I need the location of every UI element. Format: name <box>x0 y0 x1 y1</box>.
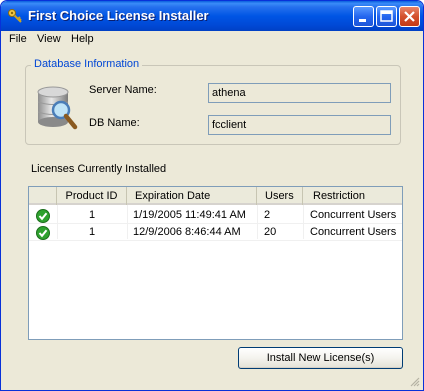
menu-view[interactable]: View <box>37 33 61 45</box>
column-status[interactable] <box>29 187 57 205</box>
database-search-icon <box>37 86 78 130</box>
maximize-icon <box>380 10 393 22</box>
list-header: Product ID Expiration Date Users Restric… <box>29 187 402 205</box>
server-name-label: Server Name: <box>89 84 157 96</box>
menu-help[interactable]: Help <box>71 33 94 45</box>
server-name-field[interactable]: athena <box>208 83 391 103</box>
restriction-cell: Concurrent Users <box>310 226 397 238</box>
column-restriction[interactable]: Restriction <box>303 187 402 205</box>
install-license-button[interactable]: Install New License(s) <box>238 347 403 369</box>
key-icon <box>8 9 22 23</box>
check-icon <box>36 226 50 240</box>
close-button[interactable] <box>399 6 420 27</box>
db-name-label: DB Name: <box>89 117 140 129</box>
check-icon <box>36 209 50 223</box>
column-expiration-date[interactable]: Expiration Date <box>127 187 257 205</box>
column-product-id[interactable]: Product ID <box>57 187 127 205</box>
menu-bar: File View Help <box>1 31 423 49</box>
title-bar[interactable]: First Choice License Installer <box>1 1 423 31</box>
expiration-cell: 12/9/2006 8:46:44 AM <box>133 226 241 238</box>
restriction-cell: Concurrent Users <box>310 209 397 221</box>
licenses-label: Licenses Currently Installed <box>31 163 167 175</box>
users-cell: 2 <box>264 209 271 221</box>
column-users[interactable]: Users <box>257 187 303 205</box>
expiration-cell: 1/19/2005 11:49:41 AM <box>133 209 246 221</box>
table-row[interactable]: 1 1/19/2005 11:49:41 AM 2 Concurrent Use… <box>29 207 402 224</box>
minimize-icon <box>359 19 366 22</box>
product-id-cell: 1 <box>89 209 96 221</box>
db-name-field[interactable]: fcclient <box>208 115 391 135</box>
resize-grip-icon[interactable] <box>408 375 420 387</box>
table-row[interactable]: 1 12/9/2006 8:46:44 AM 20 Concurrent Use… <box>29 224 402 241</box>
users-cell: 20 <box>264 226 277 238</box>
menu-file[interactable]: File <box>9 33 27 45</box>
grid-line <box>29 240 402 241</box>
database-info-legend: Database Information <box>31 58 143 70</box>
maximize-button[interactable] <box>376 6 397 27</box>
window-title: First Choice License Installer <box>28 8 209 23</box>
close-icon <box>404 11 415 22</box>
installer-window: First Choice License Installer File View… <box>0 0 424 391</box>
licenses-list[interactable]: Product ID Expiration Date Users Restric… <box>28 186 403 340</box>
minimize-button[interactable] <box>353 6 374 27</box>
product-id-cell: 1 <box>89 226 96 238</box>
